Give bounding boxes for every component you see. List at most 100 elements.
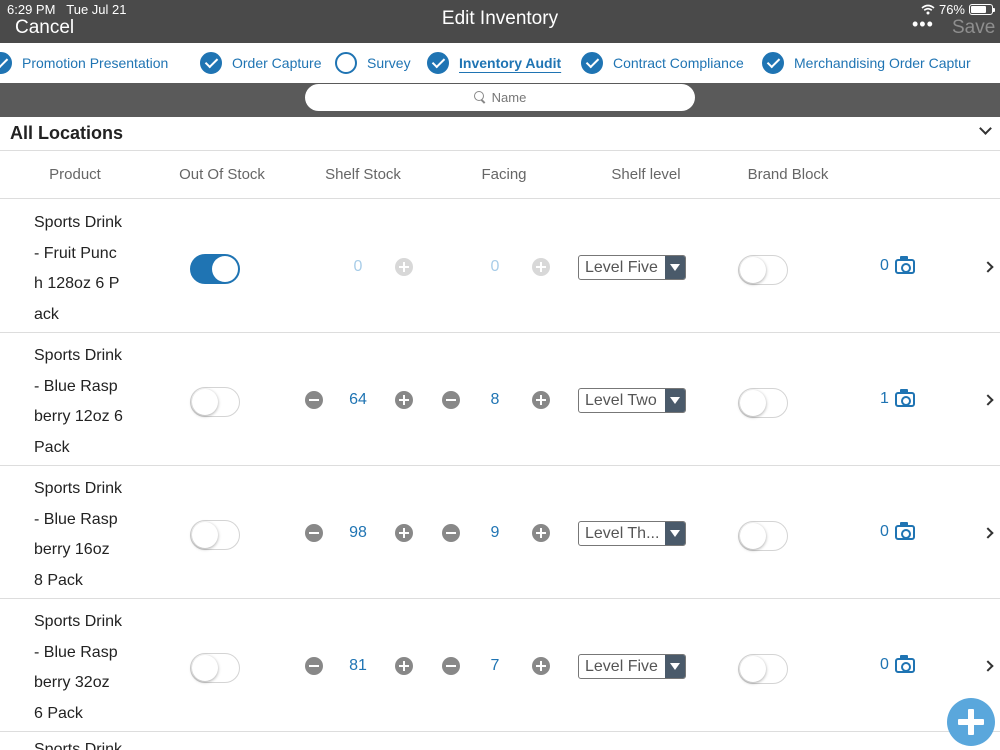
photo-count: 0 xyxy=(880,656,889,673)
shelf-level-value: Level Five xyxy=(585,658,658,675)
camera-icon xyxy=(894,255,915,274)
product-name-line: h 128oz 6 P xyxy=(34,275,120,292)
shelf-stock-value[interactable]: 81 xyxy=(333,657,383,675)
photo-count-button[interactable]: 0 xyxy=(880,255,915,275)
column-header-brand-block: Brand Block xyxy=(747,166,829,183)
column-header-facing: Facing xyxy=(481,166,527,183)
facing-value[interactable]: 7 xyxy=(470,657,520,675)
product-name-line: berry 16oz xyxy=(34,541,110,558)
battery-percent: 76% xyxy=(938,2,965,17)
tab-promotion-presentation[interactable]: Promotion Presentation xyxy=(0,51,168,75)
photo-count: 0 xyxy=(880,257,889,274)
cancel-button[interactable]: Cancel xyxy=(15,17,74,39)
chevron-right-icon[interactable] xyxy=(984,659,996,673)
shelf-stock-value[interactable]: 98 xyxy=(333,524,383,542)
photo-count: 1 xyxy=(880,390,889,407)
tab-label: Inventory Audit xyxy=(459,55,562,71)
shelf-stock-increment-button[interactable] xyxy=(395,258,413,276)
dropdown-arrow-icon xyxy=(665,522,685,545)
facing-increment-button[interactable] xyxy=(532,258,550,276)
status-time: 6:29 PM Tue Jul 21 xyxy=(7,2,127,17)
dropdown-arrow-icon xyxy=(665,655,685,678)
page-title: Edit Inventory xyxy=(441,8,559,29)
product-name: Sports Drink - Blue Rasp berry 16oz 8 Pa… xyxy=(34,474,134,596)
tab-order-capture[interactable]: Order Capture xyxy=(200,51,321,75)
product-name-line: berry 12oz 6 xyxy=(34,408,123,425)
section-title: All Locations xyxy=(10,123,124,143)
column-header-shelf-level: Shelf level xyxy=(611,166,681,183)
facing-increment-button[interactable] xyxy=(532,657,550,675)
chevron-down-icon[interactable] xyxy=(978,123,992,137)
more-options-button[interactable]: ••• xyxy=(912,14,934,35)
tab-contract-compliance[interactable]: Contract Compliance xyxy=(581,51,744,75)
brand-block-toggle[interactable] xyxy=(738,255,788,285)
shelf-level-select[interactable]: Level Five xyxy=(578,654,686,679)
facing-decrement-button[interactable] xyxy=(442,391,460,409)
column-header-out-of-stock: Out Of Stock xyxy=(179,166,265,183)
photo-count: 0 xyxy=(880,523,889,540)
facing-increment-button[interactable] xyxy=(532,391,550,409)
tab-inventory-audit[interactable]: Inventory Audit xyxy=(427,51,561,75)
shelf-stock-increment-button[interactable] xyxy=(395,657,413,675)
shelf-stock-increment-button[interactable] xyxy=(395,524,413,542)
photo-count-button[interactable]: 1 xyxy=(880,388,915,408)
table-row: Sports Drink - Blue Rasp berry 32oz 6 Pa… xyxy=(0,599,1000,732)
facing-value[interactable]: 0 xyxy=(470,258,520,276)
facing-increment-button[interactable] xyxy=(532,524,550,542)
tab-survey[interactable]: Survey xyxy=(335,51,411,75)
partial-row-product-name: Sports Drink xyxy=(34,741,123,750)
status-date: Tue Jul 21 xyxy=(66,2,127,17)
shelf-level-select[interactable]: Level Th... xyxy=(578,521,686,546)
search-placeholder: Name xyxy=(491,90,527,105)
facing-decrement-button[interactable] xyxy=(442,524,460,542)
table-row: Sports Drink - Fruit Punc h 128oz 6 P ac… xyxy=(0,200,1000,333)
photo-count-button[interactable]: 0 xyxy=(880,521,915,541)
product-name-line: Sports Drink xyxy=(34,480,123,497)
location-section-header[interactable]: All Locations xyxy=(0,117,1000,151)
search-bar: Name xyxy=(0,83,1000,117)
camera-icon xyxy=(894,654,915,673)
save-button[interactable]: Save xyxy=(952,17,995,39)
dropdown-arrow-icon xyxy=(665,256,685,279)
chevron-right-icon[interactable] xyxy=(984,526,996,540)
search-input[interactable]: Name xyxy=(305,84,695,111)
brand-block-toggle[interactable] xyxy=(738,521,788,551)
add-button[interactable] xyxy=(947,698,995,746)
shelf-stock-decrement-button[interactable] xyxy=(305,657,323,675)
shelf-stock-decrement-button[interactable] xyxy=(305,524,323,542)
product-name-line: 6 Pack xyxy=(34,704,83,722)
shelf-stock-value[interactable]: 64 xyxy=(333,391,383,409)
tab-label: Merchandising Order Captur xyxy=(794,55,971,71)
shelf-level-value: Level Th... xyxy=(585,525,660,542)
chevron-right-icon[interactable] xyxy=(984,260,996,274)
facing-decrement-button[interactable] xyxy=(442,657,460,675)
chevron-right-icon[interactable] xyxy=(984,393,996,407)
table-header: Product Out Of Stock Shelf Stock Facing … xyxy=(0,151,1000,199)
status-clock: 6:29 PM xyxy=(7,2,56,17)
search-icon xyxy=(473,91,484,101)
facing-value[interactable]: 9 xyxy=(470,524,520,542)
shelf-level-select[interactable]: Level Five xyxy=(578,255,686,280)
shelf-level-value: Level Two xyxy=(585,392,657,409)
brand-block-toggle[interactable] xyxy=(738,388,788,418)
out-of-stock-toggle[interactable] xyxy=(190,653,240,683)
shelf-stock-decrement-button[interactable] xyxy=(305,391,323,409)
shelf-stock-value[interactable]: 0 xyxy=(333,258,383,276)
out-of-stock-toggle[interactable] xyxy=(190,520,240,550)
product-name-line: berry 32oz xyxy=(34,674,110,691)
shelf-stock-increment-button[interactable] xyxy=(395,391,413,409)
out-of-stock-toggle[interactable] xyxy=(190,254,240,284)
tab-label: Survey xyxy=(367,55,411,71)
out-of-stock-toggle[interactable] xyxy=(190,387,240,417)
tab-label: Order Capture xyxy=(232,55,322,71)
facing-value[interactable]: 8 xyxy=(470,391,520,409)
tab-merchandising-order-capture[interactable]: Merchandising Order Captur xyxy=(762,51,971,75)
tab-label: Promotion Presentation xyxy=(22,55,169,71)
shelf-level-select[interactable]: Level Two xyxy=(578,388,686,413)
task-tabs: Promotion Presentation Order Capture Sur… xyxy=(0,43,1000,83)
brand-block-toggle[interactable] xyxy=(738,654,788,684)
checked-circle-icon xyxy=(427,52,449,74)
photo-count-button[interactable]: 0 xyxy=(880,654,915,674)
checked-circle-icon xyxy=(762,52,784,74)
battery-icon xyxy=(969,4,995,15)
